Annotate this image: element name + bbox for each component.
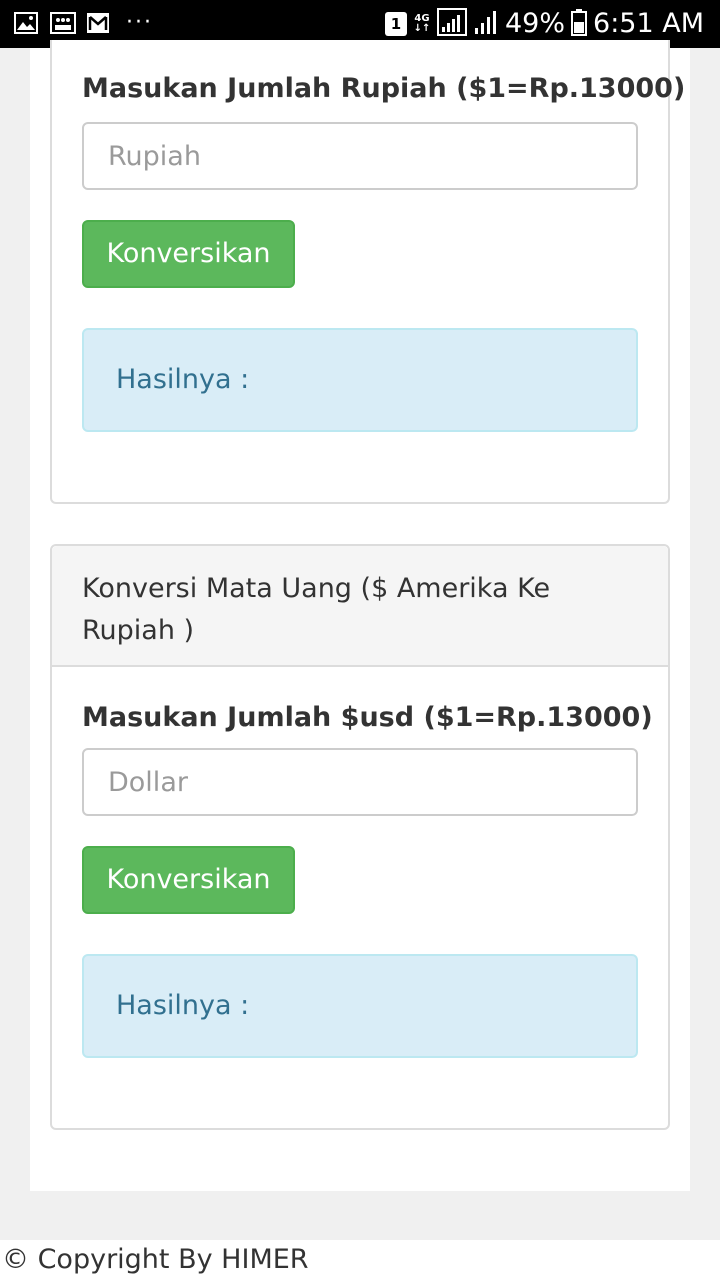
panel-heading: Konversi Mata Uang ($ Amerika Ke Rupiah …	[52, 546, 668, 667]
status-bar-left: ···	[14, 12, 153, 34]
status-bar-right: 1 4G ↓↑ 49% 6:51 AM	[385, 8, 704, 40]
battery-icon	[571, 8, 588, 40]
network-type-indicator: 4G ↓↑	[413, 14, 431, 34]
dollar-result-box: Hasilnya :	[82, 954, 638, 1058]
dollar-converter-panel: Konversi Mata Uang ($ Amerika Ke Rupiah …	[50, 544, 670, 1130]
footer-copyright: © Copyright By HIMER	[0, 1240, 720, 1280]
rupiah-amount-label: Masukan Jumlah Rupiah ($1=Rp.13000)	[82, 73, 686, 104]
dollar-input[interactable]	[82, 748, 638, 816]
dollar-amount-label: Masukan Jumlah $usd ($1=Rp.13000)	[82, 702, 653, 733]
battery-percent: 49%	[505, 8, 566, 39]
signal-icon	[473, 8, 499, 40]
rupiah-input[interactable]	[82, 122, 638, 190]
sim-badge-icon: 1	[385, 12, 407, 36]
page-container: Masukan Jumlah Rupiah ($1=Rp.13000) Konv…	[30, 40, 690, 1191]
more-dots-icon: ···	[126, 10, 153, 35]
notification-icon	[50, 12, 76, 34]
network-activity-icon: ↓↑	[413, 23, 431, 34]
convert-rupiah-button[interactable]: Konversikan	[82, 220, 295, 288]
rupiah-converter-panel: Masukan Jumlah Rupiah ($1=Rp.13000) Konv…	[50, 40, 685, 504]
clock: 6:51 AM	[593, 8, 704, 39]
gallery-icon	[14, 12, 38, 34]
rupiah-result-box: Hasilnya :	[82, 328, 638, 432]
gmail-icon	[86, 12, 110, 34]
wifi-icon	[437, 8, 467, 40]
convert-dollar-button[interactable]: Konversikan	[82, 846, 295, 914]
